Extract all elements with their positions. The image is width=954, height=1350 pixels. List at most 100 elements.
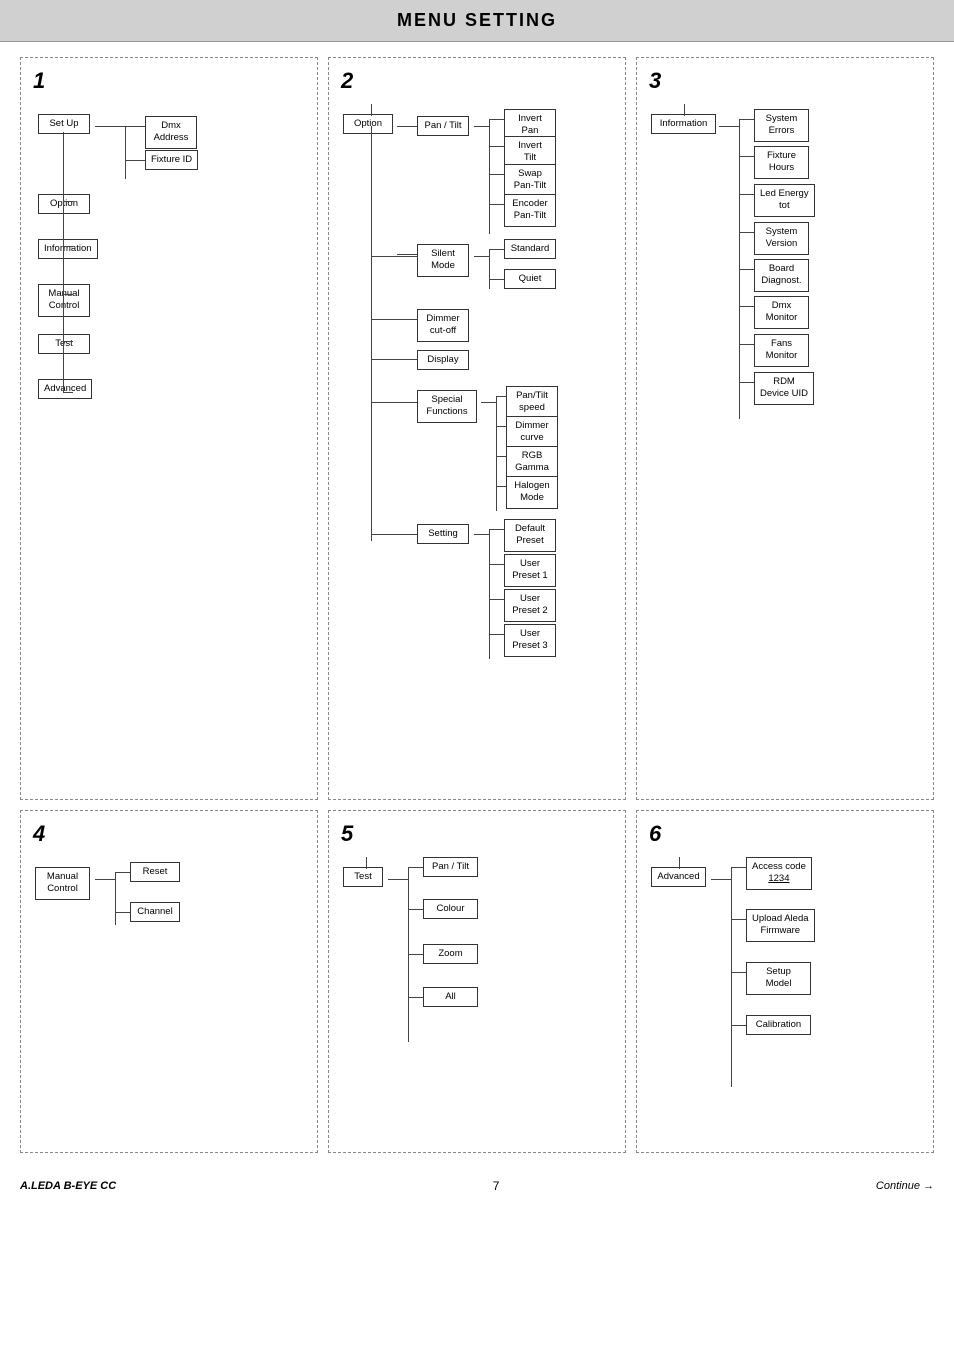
line-pt-right: [474, 126, 489, 127]
line-p3-top: [684, 104, 685, 116]
box-special-functions: SpecialFunctions: [417, 390, 477, 423]
line-p2-sf-connect: [371, 402, 417, 403]
box-silent: SilentMode: [417, 244, 469, 277]
box-p3-information: Information: [651, 114, 716, 134]
line-p2-left-v: [371, 126, 372, 541]
line-invertpan: [489, 119, 504, 120]
box-setting: Setting: [417, 524, 469, 544]
box-dimmer-curve: Dimmercurve: [506, 416, 558, 449]
page-title: MENU SETTING: [0, 10, 954, 31]
box-calibration: Calibration: [746, 1015, 811, 1035]
box-fixture-hours: FixtureHours: [754, 146, 809, 179]
page-header: MENU SETTING: [0, 0, 954, 42]
box-p2-pantilt: Pan / Tilt: [417, 116, 469, 136]
panel-2-number: 2: [341, 68, 613, 94]
box-p6-advanced: Advanced: [651, 867, 706, 887]
line-fh: [739, 156, 754, 157]
panel-2-diagram: Option Pan / Tilt InvertPan InvertTilt S…: [341, 104, 613, 784]
line-dc: [496, 426, 506, 427]
box-user-preset-1: UserPreset 1: [504, 554, 556, 587]
line-up1: [489, 564, 504, 565]
box-swap: SwapPan-Tilt: [504, 164, 556, 197]
line-p5-colour: [408, 909, 423, 910]
footer-page-number: 7: [493, 1179, 500, 1193]
line-p5-right: [388, 879, 408, 880]
box-rdm-device-uid: RDMDevice UID: [754, 372, 814, 405]
page-footer: A.LEDA B-EYE CC 7 Continue →: [0, 1173, 954, 1199]
box-quiet: Quiet: [504, 269, 556, 289]
line-opt-pantilt: [397, 126, 417, 127]
panel-grid: 1 Set Up DmxAddress Fixture ID Option: [20, 57, 934, 1153]
panel-6: 6 Advanced Access code1234 Upload AledaF…: [636, 810, 934, 1153]
line-inverttilt: [489, 146, 504, 147]
line-channel: [115, 912, 130, 913]
line-pts: [496, 396, 506, 397]
line-let: [739, 194, 754, 195]
panel-1-diagram: Set Up DmxAddress Fixture ID Option Info…: [33, 104, 305, 484]
line-sv: [739, 232, 754, 233]
box-colour: Colour: [423, 899, 478, 919]
line-setting-v: [489, 529, 490, 659]
line-quiet: [489, 279, 504, 280]
panel-2: 2 Option Pan / Tilt InvertPan InvertTilt: [328, 57, 626, 800]
line-p6-top: [679, 857, 680, 869]
box-encoder: EncoderPan-Tilt: [504, 194, 556, 227]
line-info-h: [63, 246, 73, 247]
line-se: [739, 119, 754, 120]
box-all: All: [423, 987, 478, 1007]
line-halogen: [496, 486, 506, 487]
box-test: Test: [38, 334, 90, 354]
line-mc-h: [63, 294, 73, 295]
box-p2-option: Option: [343, 114, 393, 134]
line-p5-pantilt: [408, 867, 423, 868]
line-fm: [739, 344, 754, 345]
line-setup-v: [125, 126, 126, 179]
line-upload: [731, 919, 746, 920]
box-fixture-id: Fixture ID: [145, 150, 198, 170]
line-p4-mc-right: [95, 879, 115, 880]
box-dimmer-cutoff: Dimmercut-off: [417, 309, 469, 342]
line-bd: [739, 269, 754, 270]
line-p5-zoom: [408, 954, 423, 955]
box-channel: Channel: [130, 902, 180, 922]
line-rdm: [739, 382, 754, 383]
footer-continue: Continue →: [876, 1180, 934, 1192]
line-p2-display-connect: [371, 359, 417, 360]
line-p2-dimmer-connect: [371, 319, 417, 320]
line-sf-v: [496, 396, 497, 511]
box-board-diagnost: BoardDiagnost.: [754, 259, 809, 292]
box-upload-aleda: Upload AledaFirmware: [746, 909, 815, 942]
panel-4: 4 ManualControl Reset Channel: [20, 810, 318, 1153]
line-p5-all: [408, 997, 423, 998]
line-access: [731, 867, 746, 868]
line-sm-right: [474, 256, 489, 257]
line-p2-top: [371, 104, 372, 116]
box-dmx-monitor: DmxMonitor: [754, 296, 809, 329]
box-halogen-mode: HalogenMode: [506, 476, 558, 509]
panel-4-number: 4: [33, 821, 305, 847]
line-calibration: [731, 1025, 746, 1026]
line-reset: [115, 872, 130, 873]
line-swap: [489, 174, 504, 175]
panel-4-diagram: ManualControl Reset Channel: [33, 857, 305, 1107]
box-p5-test: Test: [343, 867, 383, 887]
line-p6-v: [731, 867, 732, 1087]
line-encoder: [489, 204, 504, 205]
line-setup-right: [95, 126, 125, 127]
line-p4-v: [115, 872, 116, 925]
box-p4-manual-control: ManualControl: [35, 867, 90, 900]
box-reset: Reset: [130, 862, 180, 882]
line-test-h: [63, 341, 73, 342]
panel-5-number: 5: [341, 821, 613, 847]
box-rgb-gamma: RGBGamma: [506, 446, 558, 479]
box-user-preset-3: UserPreset 3: [504, 624, 556, 657]
line-p6-right: [711, 879, 731, 880]
line-p2-setting-connect: [371, 534, 417, 535]
panel-5-diagram: Test Pan / Tilt Colour Zoom All: [341, 857, 613, 1107]
box-dmx-address: DmxAddress: [145, 116, 197, 149]
box-option: Option: [38, 194, 90, 214]
line-adv-h: [63, 392, 73, 393]
box-information: Information: [38, 239, 98, 259]
line-rgb: [496, 456, 506, 457]
line-pt-v: [489, 119, 490, 234]
